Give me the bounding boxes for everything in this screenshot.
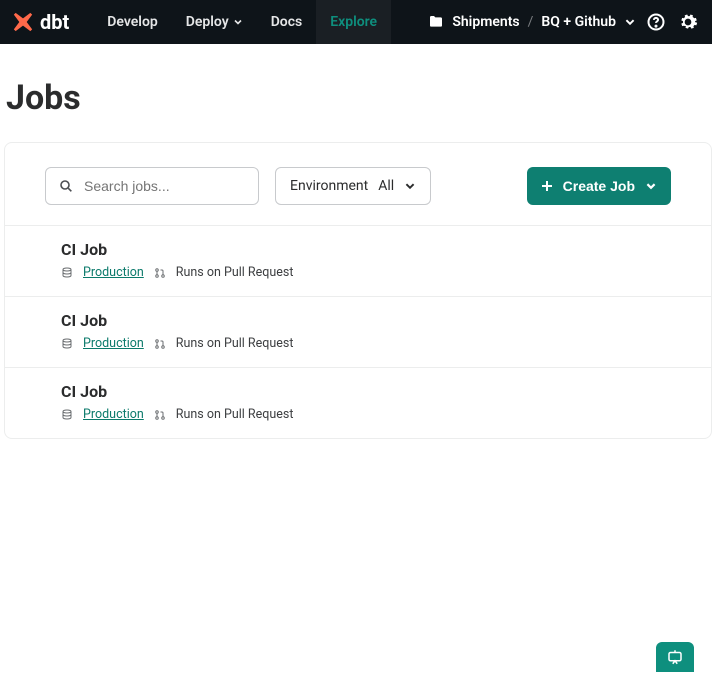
gear-icon[interactable] [676,10,700,34]
chevron-down-icon [404,180,416,192]
project-selector[interactable]: Shipments / BQ + Github [428,14,636,30]
job-env-link[interactable]: Production [83,407,144,422]
job-name: CI Job [61,311,671,330]
pull-request-icon [154,267,166,279]
nav-develop-label: Develop [107,14,157,30]
help-icon[interactable] [644,10,668,34]
brand-logo[interactable]: dbt [12,10,69,34]
job-name: CI Job [61,382,671,401]
main-nav: Develop Deploy Docs Explore [93,0,391,44]
project-name: Shipments [452,14,519,30]
nav-explore[interactable]: Explore [316,0,391,44]
nav-deploy[interactable]: Deploy [172,0,257,44]
folder-icon [428,14,444,30]
pull-request-icon [154,338,166,350]
job-env-link[interactable]: Production [83,265,144,280]
job-list: CI Job Production Runs on Pull Request C… [5,225,711,438]
chevron-down-icon [624,16,636,28]
search-input[interactable] [84,178,265,194]
job-row[interactable]: CI Job Production Runs on Pull Request [5,367,711,438]
pull-request-icon [154,409,166,421]
nav-docs[interactable]: Docs [257,0,317,44]
chevron-down-icon [645,180,657,192]
job-meta: Production Runs on Pull Request [61,407,671,422]
job-trigger: Runs on Pull Request [176,407,294,422]
job-name: CI Job [61,240,671,259]
jobs-card: Environment All Create Job CI Job Produc… [4,142,712,439]
search-icon [58,178,74,194]
nav-develop[interactable]: Develop [93,0,171,44]
job-trigger: Runs on Pull Request [176,336,294,351]
database-icon [61,409,73,421]
job-row[interactable]: CI Job Production Runs on Pull Request [5,296,711,367]
chevron-down-icon [233,17,243,27]
database-icon [61,267,73,279]
topbar: dbt Develop Deploy Docs Explore Shipment… [0,0,712,44]
create-job-label: Create Job [563,178,635,194]
create-job-button[interactable]: Create Job [527,167,671,205]
database-icon [61,338,73,350]
search-input-wrapper[interactable] [45,167,259,205]
brand-name: dbt [40,10,69,34]
nav-docs-label: Docs [271,14,303,30]
job-trigger: Runs on Pull Request [176,265,294,280]
project-env: BQ + Github [541,14,616,30]
job-meta: Production Runs on Pull Request [61,336,671,351]
jobs-toolbar: Environment All Create Job [5,167,711,225]
env-filter-value: All [378,178,394,194]
page-title: Jobs [0,44,712,138]
environment-filter[interactable]: Environment All [275,167,431,205]
separator: / [528,14,534,30]
plus-icon [541,180,553,192]
job-env-link[interactable]: Production [83,336,144,351]
topbar-right: Shipments / BQ + Github [428,10,700,34]
env-filter-label: Environment [290,178,368,194]
job-meta: Production Runs on Pull Request [61,265,671,280]
dbt-logo-icon [12,11,34,33]
nav-deploy-label: Deploy [186,14,229,30]
chat-fab[interactable] [656,642,694,672]
nav-explore-label: Explore [330,14,377,30]
job-row[interactable]: CI Job Production Runs on Pull Request [5,225,711,296]
